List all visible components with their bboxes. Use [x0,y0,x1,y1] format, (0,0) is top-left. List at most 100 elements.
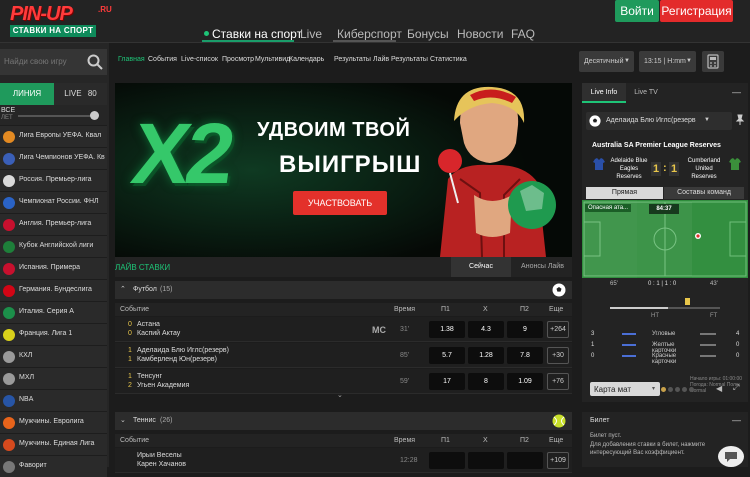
sidebar-item[interactable]: КХЛ [0,345,107,367]
more-markets-button[interactable]: +109 [547,452,569,469]
more-markets-button[interactable]: +30 [547,347,569,364]
away-team: Камберленд Юн(резерв) [137,356,217,363]
sidebar-item-label: Чемпионат России. ФНЛ [19,198,99,205]
odd-x[interactable] [468,452,504,469]
tab-announcements[interactable]: Анонсы Лайв [513,257,572,277]
match-select[interactable]: Аделаида Блю Иглс(резерв ▼ [586,112,732,130]
event-row[interactable]: 0 0 Астана Каспий Актау МС 31' 1.38 4.3 9 +264 [115,317,572,342]
nav-live[interactable]: Live [300,27,322,41]
odd-x[interactable]: 4.3 [468,321,504,338]
sidebar-item[interactable]: Англия. Премьер-лига [0,213,107,235]
banner-cta-button[interactable]: УЧАСТВОВАТЬ [293,191,387,215]
event-row[interactable]: 1 2 Тенсунг Угьен Академия 59' 17 8 1.09 +76 [115,369,572,394]
home-team: Аделаида Блю Иглс(резерв) [137,347,229,354]
chevron-up-icon[interactable]: ⌃ [120,285,126,293]
odd-x[interactable]: 1.28 [468,347,504,364]
dot-indicator-icon[interactable] [661,387,666,392]
subnav-item[interactable]: Календарь [289,56,324,63]
subnav-item[interactable]: Результаты [334,56,371,63]
subnav-item[interactable]: Live-список [181,56,218,63]
subnav-item[interactable]: Просмотр [222,56,254,63]
tennis-section-header[interactable]: ⌄ Теннис (26) [115,412,572,430]
sidebar-item[interactable]: Мужчины. Единая Лига [0,433,107,455]
subnav-item[interactable]: Статистика [430,56,467,63]
sidebar-item[interactable]: МХЛ [0,367,107,389]
event-row[interactable]: 1 1 Аделаида Блю Иглс(резерв) Камберленд Юн… [115,343,572,368]
dot-indicator-icon[interactable] [689,387,694,392]
pin-icon[interactable] [734,114,746,126]
sidebar-item[interactable]: Фаворит [0,455,107,477]
sidebar-item[interactable]: Испания. Примера [0,257,107,279]
dot-indicator-icon[interactable] [682,387,687,392]
register-button[interactable]: Регистрация [660,0,733,22]
subnav-item[interactable]: События [148,56,177,63]
nav-bonuses[interactable]: Бонусы [407,27,449,41]
sub-tab-lineups[interactable]: Составы команд [664,187,744,199]
odd-p1[interactable] [429,452,465,469]
league-flag-icon [3,175,15,187]
tab-now[interactable]: Сейчас [451,257,511,277]
more-markets-button[interactable]: +264 [547,321,569,338]
chevron-down-icon[interactable]: ⌄ [120,416,126,424]
map-select[interactable]: Карта мат ▾ [590,382,660,396]
tab-live-tv[interactable]: Live TV [626,83,666,103]
odd-p2[interactable]: 1.09 [507,373,543,390]
tab-line[interactable]: ЛИНИЯ [0,83,54,105]
logo[interactable]: PIN-UP .RU СТАВКИ НА СПОРТ [6,3,114,39]
sidebar-item[interactable]: Кубок Английской лиги [0,235,107,257]
odd-p1[interactable]: 1.38 [429,321,465,338]
odd-p2[interactable] [507,452,543,469]
dot-indicator-icon[interactable] [675,387,680,392]
tab-live[interactable]: LIVE 80 [54,83,107,105]
sidebar-item[interactable]: Лига Чемпионов УЕФА. Кв [0,147,107,169]
odd-p1[interactable]: 17 [429,373,465,390]
timeline-ft: FT [710,313,718,319]
subnav-item[interactable]: Лайв Результаты [373,56,428,63]
stream-badge-icon: МС [372,325,386,335]
odd-x[interactable]: 8 [468,373,504,390]
nav-faq[interactable]: FAQ [511,27,535,41]
period-slider-handle[interactable] [90,111,99,120]
subnav-item[interactable]: Главная [118,56,145,63]
event-row[interactable]: Ирыи Веселы Карен Хачанов 12:28 +109 [115,448,572,473]
minimize-icon[interactable]: — [732,415,741,425]
sidebar-item[interactable]: Германия. Бундеслига [0,279,107,301]
search-input[interactable]: Найди свою игру [4,57,67,66]
minimize-icon[interactable]: — [732,87,741,97]
chat-button[interactable] [718,446,744,467]
sidebar-item[interactable]: Россия. Премьер-лига [0,169,107,191]
sub-tab-direct[interactable]: Прямая [586,187,663,199]
sidebar-item[interactable]: Чемпионат России. ФНЛ [0,191,107,213]
odd-p2[interactable]: 7.8 [507,347,543,364]
sidebar-item[interactable]: NBA [0,389,107,411]
col-more: Еще [549,437,564,444]
football-section-header[interactable]: ⌃ Футбол (15) [115,281,572,299]
more-markets-button[interactable]: +76 [547,373,569,390]
subnav-item[interactable]: Мультивид [255,56,290,63]
tab-live-info[interactable]: Live Info [582,83,626,103]
sidebar-item[interactable]: Италия. Серия А [0,301,107,323]
search-icon[interactable] [86,53,104,71]
login-button[interactable]: Войти [615,0,659,22]
odd-p2[interactable]: 9 [507,321,543,338]
nav-esports[interactable]: Киберспорт [337,27,402,41]
odds-format-select[interactable]: Десятичный ▼ [579,51,634,72]
search-box[interactable]: Найди свою игру [0,49,107,75]
nav-sports-betting[interactable]: Ставки на спорт [212,27,302,41]
nav-news[interactable]: Новости [457,27,503,41]
dot-indicator-icon[interactable] [668,387,673,392]
sidebar-item[interactable]: Франция. Лига 1 [0,323,107,345]
home-team: Ирыи Веселы [137,452,182,459]
odd-p1[interactable]: 5.7 [429,347,465,364]
time-format-select[interactable]: 13:15 | H:mm ▼ [639,51,696,72]
timeline-score: 0 : 1 | 1 : 0 [648,281,677,287]
period-slider-track[interactable] [18,115,96,117]
sound-icon[interactable]: ◀ [716,384,722,393]
promo-banner[interactable]: X2 УДВОИМ ТВОЙ ВЫИГРЫШ УЧАСТВОВАТЬ [115,83,572,257]
expand-chevron-icon[interactable]: ⌄ [337,391,343,399]
minute-home: 65' [610,281,618,287]
expand-icon[interactable]: ⤢ [733,383,739,393]
calculator-button[interactable] [702,51,724,72]
sidebar-item[interactable]: Мужчины. Евролига [0,411,107,433]
sidebar-item[interactable]: Лига Европы УЕФА. Квал [0,125,107,147]
